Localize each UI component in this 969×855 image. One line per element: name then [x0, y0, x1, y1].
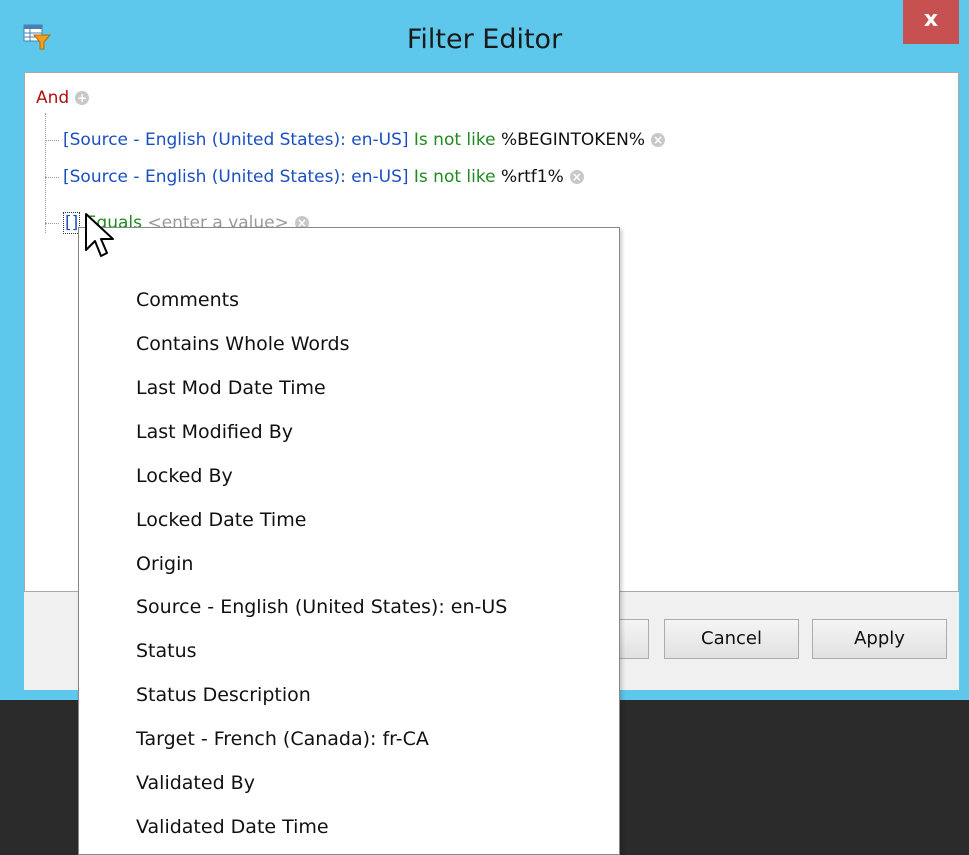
remove-condition-icon[interactable]: ×: [650, 133, 665, 147]
condition-row: [Source - English (United States): en-US…: [63, 129, 665, 151]
dropdown-item[interactable]: Target - French (Canada): fr-CA: [136, 727, 429, 751]
group-operator[interactable]: And: [36, 88, 69, 108]
mouse-cursor-icon: [85, 213, 114, 257]
group-node[interactable]: And +: [36, 87, 90, 109]
tree-connector: [45, 223, 59, 224]
dropdown-item[interactable]: Contains Whole Words: [136, 332, 349, 356]
title-bar[interactable]: Filter Editor x: [10, 0, 959, 70]
window-title: Filter Editor: [406, 24, 563, 55]
dropdown-item[interactable]: Locked By: [136, 464, 233, 488]
apply-button[interactable]: Apply: [812, 619, 947, 659]
field-dropdown-list[interactable]: Comments Contains Whole Words Last Mod D…: [78, 227, 620, 855]
close-button[interactable]: x: [903, 0, 959, 44]
condition-operator[interactable]: Is not like: [414, 130, 496, 150]
remove-condition-icon[interactable]: ×: [569, 170, 584, 184]
condition-field[interactable]: [Source - English (United States): en-US…: [63, 167, 409, 187]
dropdown-item[interactable]: Origin: [136, 552, 193, 576]
dropdown-item[interactable]: Source - English (United States): en-US: [136, 595, 507, 619]
dropdown-item[interactable]: Last Mod Date Time: [136, 376, 326, 400]
tree-connector: [45, 113, 46, 233]
condition-operator[interactable]: Is not like: [414, 167, 496, 187]
dropdown-item[interactable]: Validated Date Time: [136, 815, 329, 839]
dropdown-item[interactable]: Status Description: [136, 683, 311, 707]
dropdown-item[interactable]: Locked Date Time: [136, 508, 306, 532]
tree-connector: [45, 177, 59, 178]
condition-value[interactable]: %BEGINTOKEN%: [501, 130, 645, 150]
tree-connector: [45, 140, 59, 141]
condition-row: [Source - English (United States): en-US…: [63, 166, 584, 188]
condition-field[interactable]: [Source - English (United States): en-US…: [63, 130, 409, 150]
cancel-button[interactable]: Cancel: [664, 619, 799, 659]
condition-value[interactable]: %rtf1%: [501, 167, 564, 187]
add-condition-icon[interactable]: +: [75, 91, 90, 105]
dropdown-item[interactable]: Validated By: [136, 771, 255, 795]
dropdown-item[interactable]: Comments: [136, 288, 239, 312]
dropdown-item[interactable]: Status: [136, 639, 197, 663]
dropdown-item[interactable]: Last Modified By: [136, 420, 293, 444]
